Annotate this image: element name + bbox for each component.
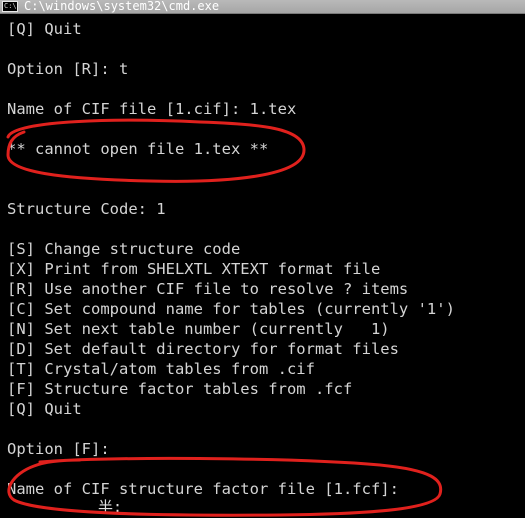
console-line: Structure Code: 1	[7, 200, 166, 218]
console-line: [Q] Quit	[7, 400, 82, 418]
input-cursor[interactable]: 半:	[98, 498, 124, 516]
console-line: ** cannot open file 1.tex **	[7, 140, 269, 158]
console-line: [D] Set default directory for format fil…	[7, 340, 399, 358]
console-line: [R] Use another CIF file to resolve ? it…	[7, 280, 409, 298]
cmd-window: C:\ C:\windows\system32\cmd.exe [Q] Quit…	[0, 0, 525, 518]
console-app-icon: C:\	[2, 1, 18, 12]
title-bar[interactable]: C:\ C:\windows\system32\cmd.exe	[0, 0, 525, 14]
console-output[interactable]: [Q] Quit Option [R]: t Name of CIF file [1…	[7, 19, 522, 499]
console-line: Name of CIF file [1.cif]: 1.tex	[7, 100, 297, 118]
console-line: [Q] Quit	[7, 20, 82, 38]
console-line: [T] Crystal/atom tables from .cif	[7, 360, 315, 378]
console-line: Name of CIF structure factor file [1.fcf…	[7, 480, 399, 498]
window-title: C:\windows\system32\cmd.exe	[24, 0, 220, 13]
console-line: [F] Structure factor tables from .fcf	[7, 380, 353, 398]
console-line: [N] Set next table number (currently 1)	[7, 320, 390, 338]
console-line: [X] Print from SHELXTL XTEXT format file	[7, 260, 381, 278]
console-line: [S] Change structure code	[7, 240, 241, 258]
console-line: Option [F]:	[7, 440, 110, 458]
console-line: Option [R]: t	[7, 60, 129, 78]
console-line: [C] Set compound name for tables (curren…	[7, 300, 455, 318]
